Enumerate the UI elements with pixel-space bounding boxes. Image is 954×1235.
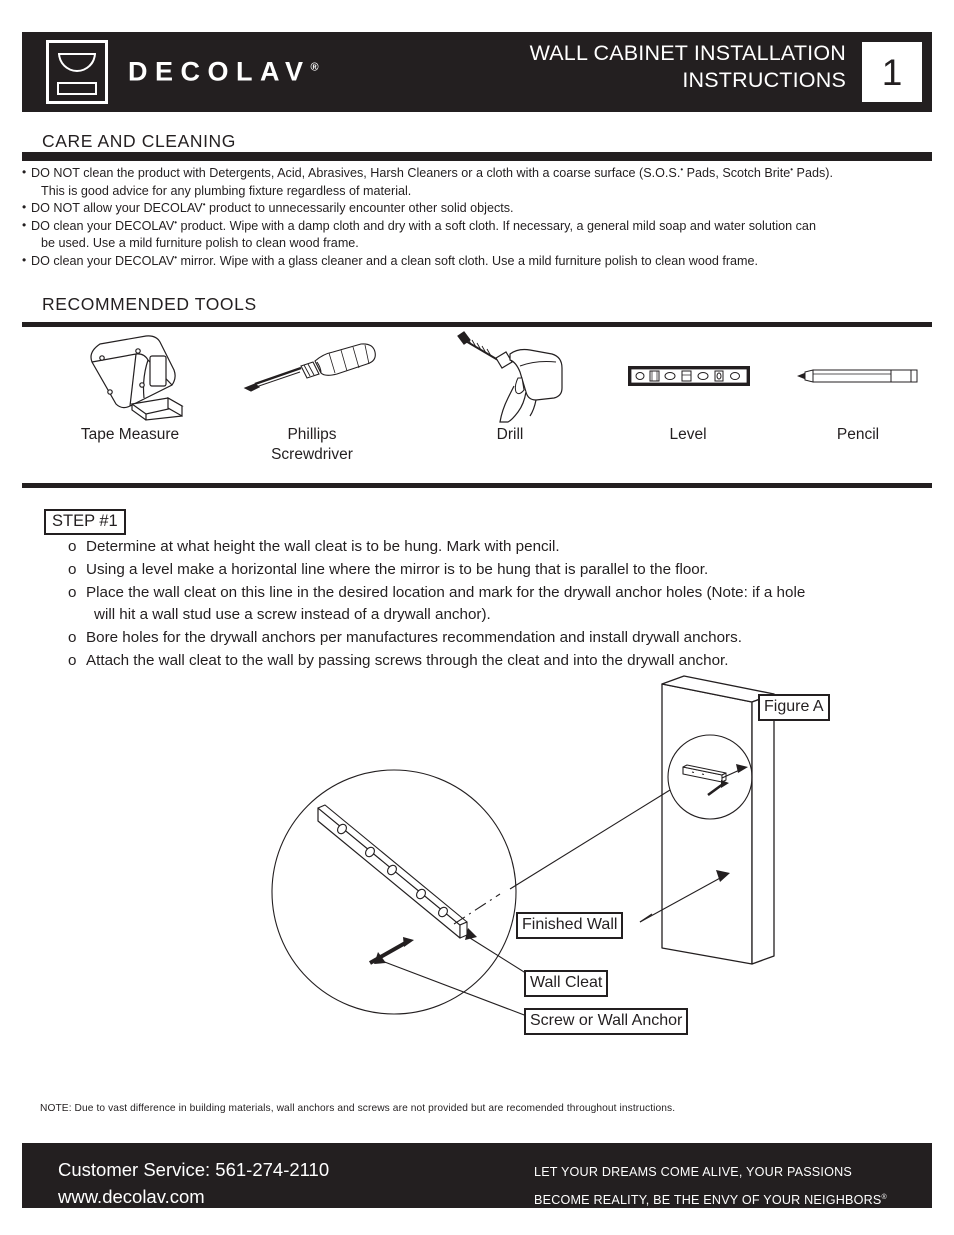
finished-wall-label: Finished Wall [516,912,624,939]
care-text-a: DO clean your DECOLAV [31,253,175,268]
tool-tape-measure: Tape Measure [50,330,210,445]
instruction-sheet-page: DECOLAV® WALL CABINET INSTALLATION INSTR… [0,0,954,1235]
care-text-line2: be used. Use a mild furniture polish to … [41,236,359,250]
bullet-marker: o [68,560,77,578]
page-title: WALL CABINET INSTALLATION INSTRUCTIONS [426,40,846,94]
phillips-screwdriver-icon [222,330,402,425]
list-item: o Attach the wall cleat to the wall by p… [68,650,928,673]
step-text: Place the wall cleat on this line in the… [86,583,806,601]
page-title-line2: INSTRUCTIONS [682,68,846,92]
tool-label: Drill [496,426,524,443]
footer-tagline: LET YOUR DREAMS COME ALIVE, YOUR PASSION… [534,1160,887,1213]
website-link[interactable]: www.decolav.com [58,1183,329,1210]
care-and-cleaning-list: • DO NOT clean the product with Detergen… [22,165,934,270]
tagline-line2: BECOME REALITY, BE THE ENVY OF YOUR NEIG… [534,1193,882,1208]
tool-label-line2: Screwdriver [271,446,353,463]
list-item: • DO NOT clean the product with Detergen… [22,165,934,200]
tagline-line1: LET YOUR DREAMS COME ALIVE, YOUR PASSION… [534,1165,853,1179]
step-text: Using a level make a horizontal line whe… [86,560,709,578]
bullet-marker: • [22,252,27,267]
care-text-b: product. Wipe with a damp cloth and dry … [177,218,816,233]
list-item: • DO NOT allow your DECOLAV• product to … [22,200,934,218]
figure-a-diagram: Figure A Finished Wall Wall Cleat Screw … [22,672,932,1072]
brand-name: DECOLAV [128,56,311,87]
magnifier-circle [271,769,517,1015]
tool-label: Pencil [836,426,880,443]
basin-logo-icon [46,40,108,104]
list-item: • DO clean your DECOLAV• product. Wipe w… [22,218,934,253]
magnifier-leader-line [509,789,671,890]
page-number-badge: 1 [862,42,922,102]
tools-section-bottom-rule [22,483,932,488]
bullet-marker: • [22,217,27,232]
recommended-tools-heading: RECOMMENDED TOOLS [42,294,257,314]
care-text-a: DO NOT clean the product with Detergents… [31,166,681,180]
step-text: Determine at what height the wall cleat … [86,538,560,555]
care-text-a: DO clean your DECOLAV [31,218,175,233]
logo-base-shape [57,82,97,95]
list-item: o Determine at what height the wall clea… [68,536,928,559]
tools-section-top-rule [22,322,932,327]
tagline-registered-mark: ® [881,1194,887,1201]
screw-or-wall-anchor-label: Screw or Wall Anchor [524,1008,689,1035]
header-bar: DECOLAV® WALL CABINET INSTALLATION INSTR… [22,32,932,112]
finished-wall-leader-stub [639,913,653,923]
tools-row: Tape Measure Phillips Screwdriver Drill … [22,330,932,470]
bullet-marker: o [68,583,77,601]
step-text: Bore holes for the drywall anchors per m… [86,629,742,647]
list-item: o Using a level make a horizontal line w… [68,559,928,582]
bullet-marker: • [22,165,27,179]
disclaimer-note: NOTE: Due to vast difference in building… [40,1103,676,1114]
care-and-cleaning-heading: CARE AND CLEANING [42,131,236,151]
brand-wordmark: DECOLAV® [128,57,319,88]
bullet-marker: o [68,538,77,555]
tool-pencil: Pencil [788,330,928,445]
logo-bowl-shape [58,53,96,72]
care-text-b: mirror. Wipe with a glass cleaner and a … [177,253,759,268]
figure-a-illustration [271,675,775,1022]
screw-anchor-leader [381,960,541,1022]
wall-cleat-part [317,804,501,939]
figure-a-title-label: Figure A [758,694,830,721]
bullet-marker: • [22,200,27,214]
customer-service-text: Customer Service: 561-274-2110 [58,1159,330,1180]
care-text-a: DO NOT allow your DECOLAV [31,201,203,215]
registered-mark: ® [310,61,319,74]
level-icon [598,330,778,425]
care-text-line2: This is good advice for any plumbing fix… [41,183,412,198]
tool-level: Level [598,330,778,445]
tagline-line2-wrap: BECOME REALITY, BE THE ENVY OF YOUR NEIG… [534,1185,887,1213]
wall-cleat-label: Wall Cleat [524,970,609,997]
bullet-marker: o [68,629,77,647]
care-text-b: product to unnecessarily encounter other… [205,201,514,215]
footer-bar: Customer Service: 561-274-2110 www.decol… [22,1143,932,1208]
footer-contact: Customer Service: 561-274-2110 www.decol… [58,1156,329,1210]
list-item: • DO clean your DECOLAV• mirror. Wipe wi… [22,253,934,271]
step-badge: STEP #1 [44,509,126,535]
care-text-b: Pads, Scotch Brite [683,166,791,180]
tool-label-line1: Phillips [287,426,337,443]
page-number-value: 1 [881,51,903,93]
pencil-icon [788,330,928,425]
step-text: Attach the wall cleat to the wall by pas… [86,651,729,669]
tool-phillips-screwdriver: Phillips Screwdriver [222,330,402,465]
tool-label: Level [669,426,707,443]
tape-measure-icon [50,330,210,425]
tool-label: Tape Measure [80,426,180,443]
tool-drill: Drill [420,330,600,445]
list-item: o Place the wall cleat on this line in t… [68,582,928,628]
step-instruction-list: o Determine at what height the wall clea… [68,536,928,673]
page-title-line1: WALL CABINET INSTALLATION [529,41,846,65]
care-section-rule [22,152,932,161]
care-text-c: Pads). [793,166,833,180]
list-item: o Bore holes for the drywall anchors per… [68,627,928,650]
step-text-line2: will hit a wall stud use a screw instead… [94,606,491,624]
drill-icon [420,330,600,425]
bullet-marker: o [68,651,77,669]
